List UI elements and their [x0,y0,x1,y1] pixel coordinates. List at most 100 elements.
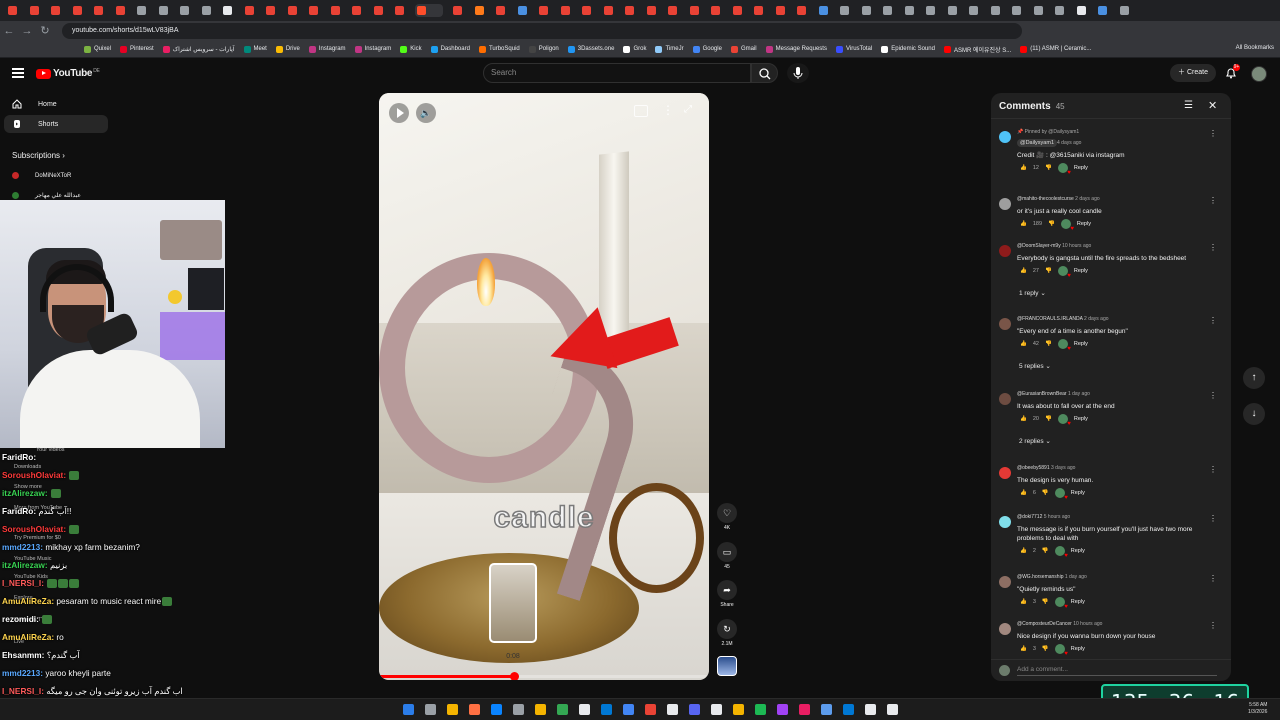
bookmark-item[interactable]: Pinterest [120,45,154,54]
thumbs-up-icon[interactable]: 👍 [1020,548,1027,554]
taskbar-app-icon[interactable] [733,704,744,715]
bookmark-item[interactable]: Kick [400,45,422,54]
thumbs-down-icon[interactable]: 👎 [1042,490,1049,496]
comment-more-icon[interactable]: ⋮ [1209,514,1217,523]
comment-author[interactable]: @WG.horsemanship [1017,574,1063,580]
thumbs-down-icon[interactable]: 👎 [1045,416,1052,422]
taskbar-app-icon[interactable] [579,704,590,715]
comment-more-icon[interactable]: ⋮ [1209,391,1217,400]
taskbar-clock[interactable]: 5:58 AM 1/3/2026 [1248,702,1267,716]
browser-tab[interactable] [372,4,385,17]
bookmark-item[interactable]: Epidemic Sound [881,45,935,54]
bookmark-item[interactable]: TurboSquid [478,45,520,54]
captions-icon[interactable] [634,105,648,117]
comment-more-icon[interactable]: ⋮ [1209,196,1217,205]
browser-tab[interactable] [200,4,213,17]
bookmark-item[interactable]: ASMR 에이유진상 S... [943,45,1011,54]
taskbar-app-icon[interactable] [777,704,788,715]
taskbar-app-icon[interactable] [689,704,700,715]
browser-tab[interactable] [537,4,550,17]
comment-author[interactable]: @ComposteurDeCancer [1017,621,1072,627]
reply-button[interactable]: Reply [1071,646,1085,652]
share-button[interactable]: ➦ Share [717,580,737,608]
browser-tab[interactable] [559,4,572,17]
shorts-video-player[interactable]: candle 🔈 ⋮ ⤢ 0:08 [379,93,709,680]
remix-button[interactable]: ↻ 2.1M [717,619,737,647]
sound-channel-thumbnail[interactable] [717,656,737,676]
bookmark-item[interactable]: Dashboard [430,45,470,54]
browser-tab[interactable] [6,4,19,17]
browser-tab[interactable] [243,4,256,17]
view-replies-button[interactable]: 2 replies ⌄ [1019,437,1051,445]
comment-author[interactable]: @obeeby5891 [1017,465,1050,471]
browser-tab[interactable] [1096,4,1109,17]
browser-tab[interactable] [92,4,105,17]
comment-author[interactable]: @mahito-thecoolestcurse [1017,196,1074,202]
thumbs-down-icon[interactable]: 👎 [1045,341,1052,347]
browser-tab[interactable] [602,4,615,17]
sidebar-item-shorts[interactable]: Shorts [4,115,108,133]
avatar[interactable] [999,245,1011,257]
bookmark-item[interactable]: Google [692,45,722,54]
browser-tab[interactable] [307,4,320,17]
reply-button[interactable]: Reply [1077,221,1091,227]
browser-tab[interactable] [860,4,873,17]
avatar[interactable] [999,467,1011,479]
volume-icon[interactable]: 🔈 [416,103,436,123]
taskbar-app-icon[interactable] [403,704,414,715]
back-icon[interactable]: ← [0,23,18,39]
avatar[interactable] [999,393,1011,405]
thumbs-up-icon[interactable]: 👍 [1020,165,1027,171]
sort-icon[interactable]: ☰ [1184,101,1194,111]
thumbs-up-icon[interactable]: 👍 [1020,268,1027,274]
taskbar-app-icon[interactable] [711,704,722,715]
reload-icon[interactable]: ↻ [36,23,54,39]
avatar[interactable] [999,576,1011,588]
view-replies-button[interactable]: 5 replies ⌄ [1019,362,1051,370]
thumbs-up-icon[interactable]: 👍 [1020,599,1027,605]
search-input[interactable]: Search [483,63,751,83]
bookmark-item[interactable]: Meet [243,45,267,54]
browser-tab[interactable] [731,4,744,17]
taskbar-app-icon[interactable] [667,704,678,715]
browser-tab[interactable] [451,4,464,17]
browser-tab[interactable] [946,4,959,17]
more-options-icon[interactable]: ⋮ [662,103,674,119]
taskbar-app-icon[interactable] [513,704,524,715]
thumbs-up-icon[interactable]: 👍 [1020,490,1027,496]
bookmark-item[interactable]: Message Requests [765,45,827,54]
reply-button[interactable]: Reply [1071,548,1085,554]
browser-tab[interactable] [393,4,406,17]
bookmark-item[interactable]: Grok [623,45,646,54]
comment-author[interactable]: @EurasianBrownBear [1017,391,1067,397]
taskbar-app-icon[interactable] [469,704,480,715]
browser-tab[interactable] [688,4,701,17]
comment-more-icon[interactable]: ⋮ [1209,129,1217,138]
bookmark-item[interactable]: TimeJr [655,45,684,54]
comment-more-icon[interactable]: ⋮ [1209,465,1217,474]
avatar[interactable] [999,198,1011,210]
sidebar-subscriptions-header[interactable]: Subscriptions › [12,151,65,160]
bookmark-item[interactable]: Instagram [354,45,391,54]
previous-short-button[interactable]: ↑ [1243,367,1265,389]
browser-tab[interactable] [967,4,980,17]
browser-tab[interactable] [752,4,765,17]
browser-tab[interactable] [157,4,170,17]
browser-tab[interactable] [817,4,830,17]
progress-bar[interactable] [379,672,709,680]
view-replies-button[interactable]: 1 reply ⌄ [1019,289,1046,297]
browser-tab[interactable] [473,4,486,17]
comment-author[interactable]: @DoomSlayer-m9y [1017,243,1061,249]
browser-tab[interactable] [494,4,507,17]
sidebar-subscription-item[interactable]: عبدالله علي مهاجر [12,192,81,199]
browser-tab[interactable] [881,4,894,17]
comment-more-icon[interactable]: ⋮ [1209,243,1217,252]
taskbar-app-icon[interactable] [623,704,634,715]
sidebar-item-home[interactable]: Home [4,95,108,113]
comment-author[interactable]: @FRANCORAULS.IRLANDA [1017,316,1083,322]
browser-tab[interactable] [1010,4,1023,17]
thumbs-up-icon[interactable]: 👍 [1020,416,1027,422]
create-button[interactable]: ＋ Create [1170,64,1216,82]
browser-tab[interactable] [329,4,342,17]
bookmark-item[interactable]: Instagram [308,45,346,54]
